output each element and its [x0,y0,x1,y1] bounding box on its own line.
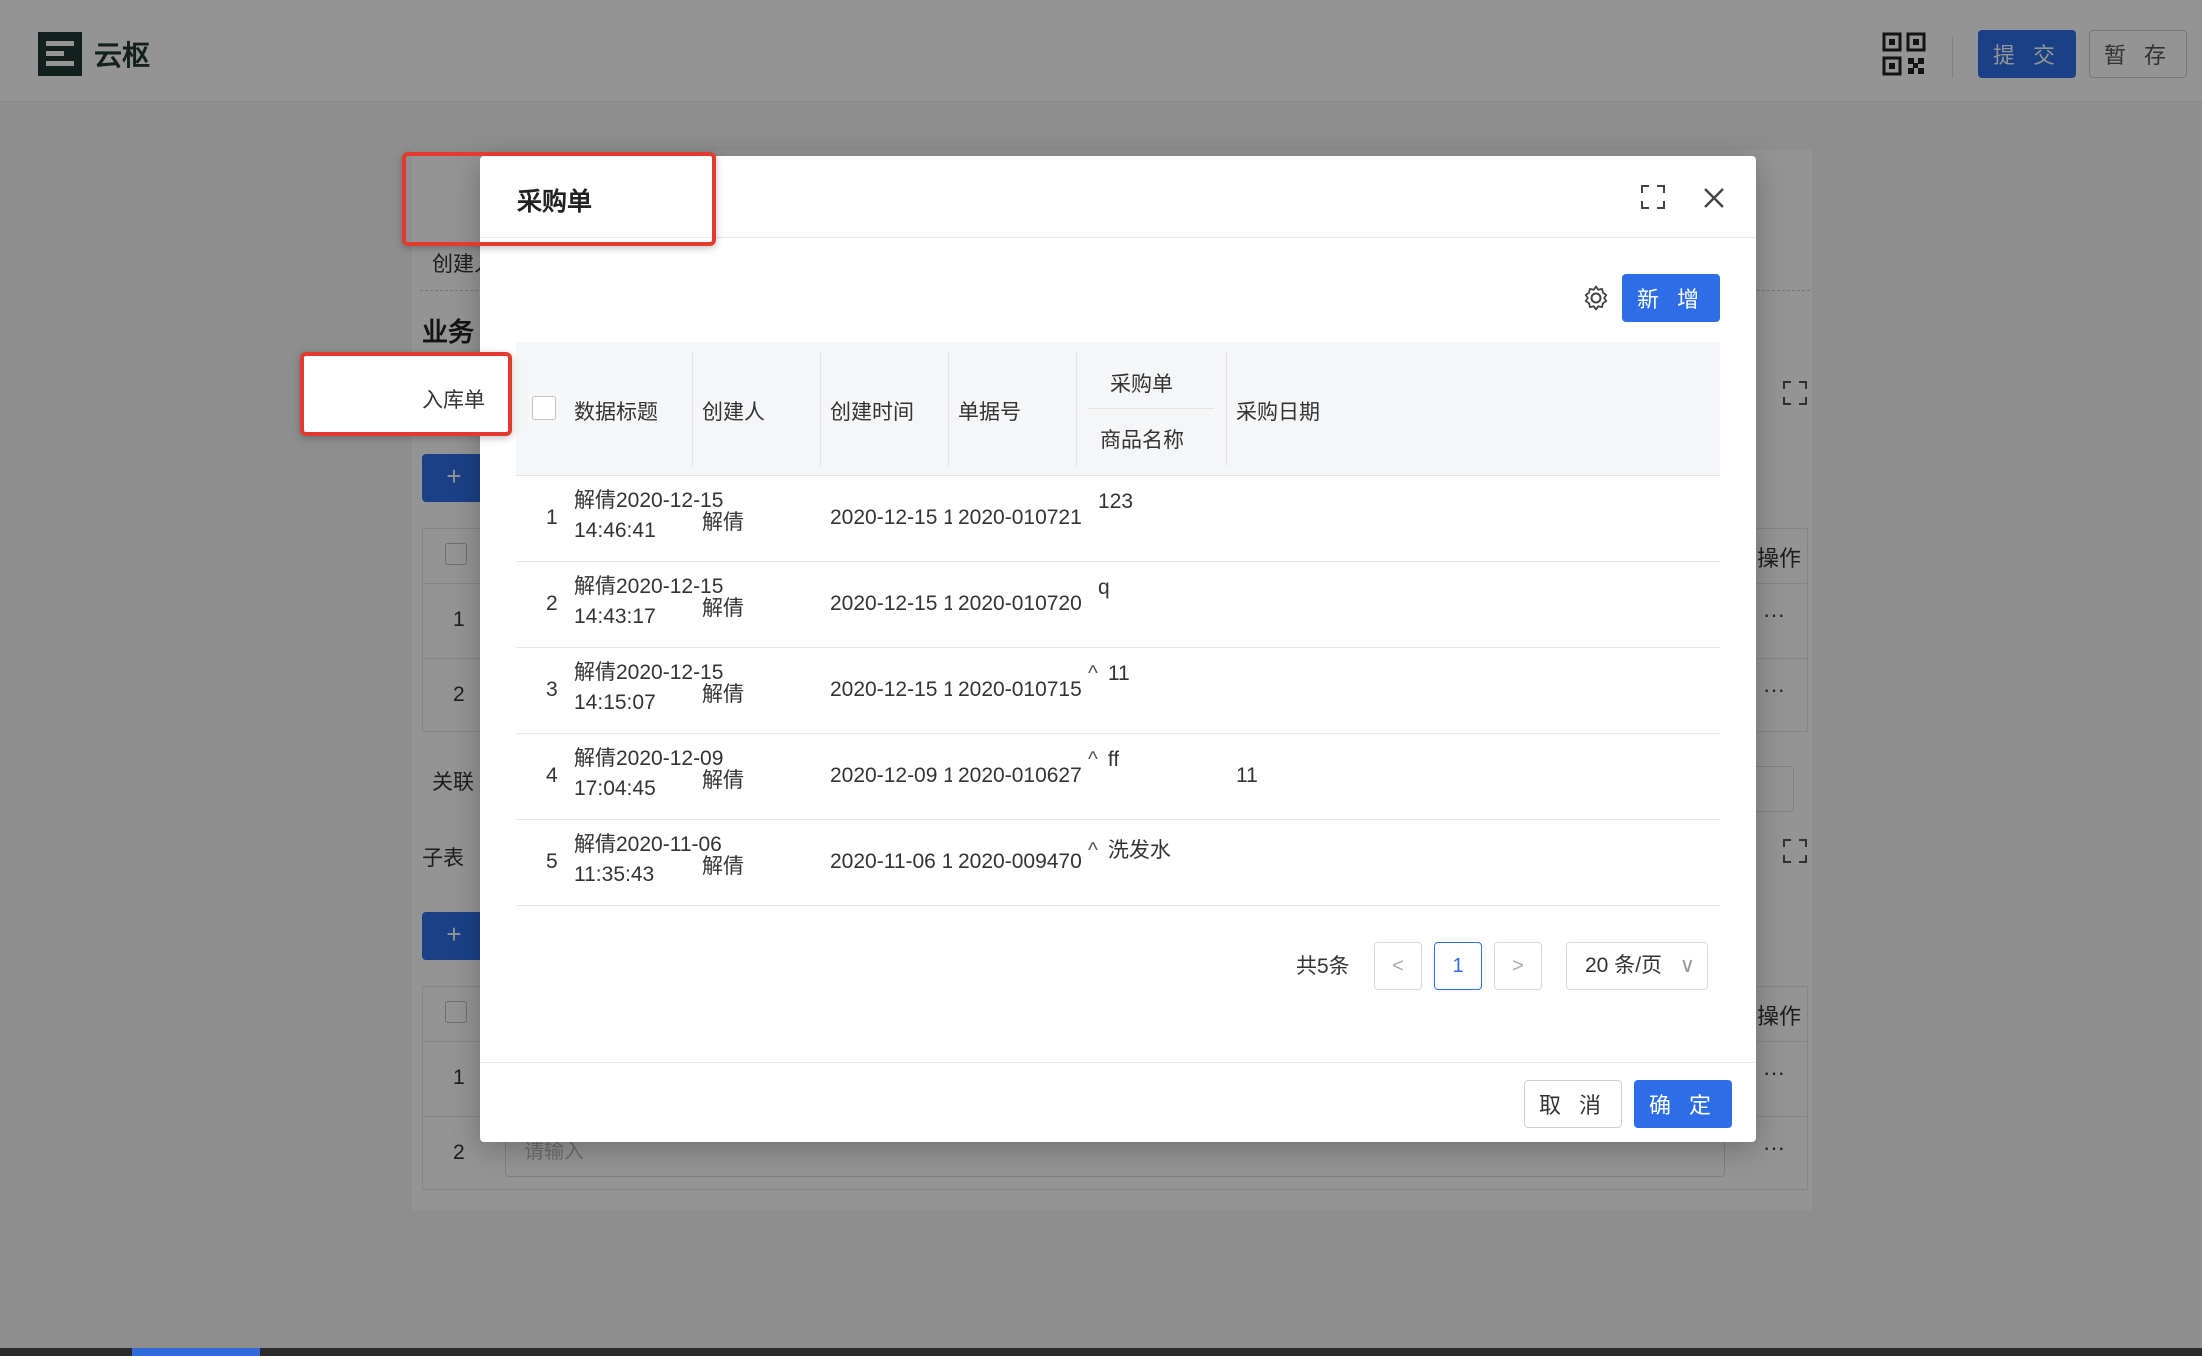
prev-page-button[interactable]: < [1374,942,1422,990]
gear-icon[interactable] [1582,284,1610,312]
row-doc-no: 2020-010715 [958,678,1082,701]
highlight-box-modal-title [402,152,716,246]
row-created-time: 2020-12-15 14:46 [830,506,952,529]
close-icon[interactable] [1702,186,1726,210]
row-product: ^ 洗发水 [1088,834,1171,864]
next-page-button[interactable]: > [1494,942,1542,990]
page-1-button[interactable]: 1 [1434,942,1482,990]
purchase-order-modal: 采购单 新 增 数据标题 创建人 创建时间 单据号 采购单 商品名称 采购日期 [480,156,1756,1142]
row-creator: 解倩 [702,855,744,878]
col-creator[interactable]: 创建人 [702,396,765,426]
add-button[interactable]: 新 增 [1622,274,1720,322]
row-index: 3 [546,678,558,701]
row-created-time: 2020-12-15 14:43 [830,592,952,615]
row-creator: 解倩 [702,683,744,706]
row-product-value: 11 [1107,662,1130,685]
table-row[interactable]: 2 解倩2020-12-15 14:43:17 解倩 2020-12-15 14… [516,562,1720,648]
column-separator [692,352,693,466]
row-product: 123 [1088,490,1133,514]
row-doc-no: 2020-010720 [958,592,1082,615]
confirm-button[interactable]: 确 定 [1634,1080,1732,1128]
row-created-time: 2020-12-09 17:04 [830,764,952,787]
col-purchase-date[interactable]: 采购日期 [1236,396,1320,426]
table-row[interactable]: 3 解倩2020-12-15 14:15:07 解倩 2020-12-15 14… [516,648,1720,734]
row-creator: 解倩 [702,597,744,620]
row-doc-no: 2020-010627 [958,764,1082,787]
page-size-select[interactable]: 20 条/页 ∨ [1566,942,1708,990]
row-index: 5 [546,850,558,873]
page-size-value: 20 条/页 [1585,954,1663,977]
row-creator: 解倩 [702,769,744,792]
row-index: 1 [546,506,558,529]
row-index: 4 [546,764,558,787]
row-doc-no: 2020-010721 [958,506,1082,529]
chevron-down-icon: ∨ [1679,954,1695,977]
pagination-total: 共5条 [1296,955,1350,978]
taskbar-strip [0,1348,2202,1356]
cancel-button[interactable]: 取 消 [1524,1080,1622,1128]
row-product: q [1088,576,1110,600]
row-product: ^ 11 [1088,662,1130,686]
row-product-value: 洗发水 [1107,839,1171,862]
column-separator [1076,352,1077,466]
row-expand-caret[interactable]: ^ [1088,662,1098,686]
col-group-purchase-order: 采购单 [1110,373,1173,396]
inbound-label: 入库单 [422,389,485,412]
row-purchase-date: 11 [1236,764,1258,787]
row-creator: 解倩 [702,511,744,534]
column-separator [1226,352,1227,466]
row-product: ^ ff [1088,748,1119,772]
select-all-checkbox[interactable] [532,396,556,420]
row-expand-caret[interactable]: ^ [1088,748,1098,772]
row-created-time: 2020-12-15 14:15 [830,678,952,701]
row-product-value: 123 [1098,490,1134,513]
row-index: 2 [546,592,558,615]
col-doc-no[interactable]: 单据号 [958,396,1021,426]
row-doc-no: 2020-009470 [958,850,1082,873]
column-separator [948,352,949,466]
col-created-time[interactable]: 创建时间 [830,396,914,426]
column-separator [820,352,821,466]
group-separator [1088,408,1214,409]
maximize-icon[interactable] [1640,184,1666,210]
row-product-value: ff [1107,748,1120,771]
col-title[interactable]: 数据标题 [574,396,658,426]
col-product[interactable]: 商品名称 [1100,424,1184,454]
row-expand-caret[interactable]: ^ [1088,839,1098,863]
table-row[interactable]: 5 解倩2020-11-06 11:35:43 解倩 2020-11-06 11… [516,820,1720,906]
table-row[interactable]: 4 解倩2020-12-09 17:04:45 解倩 2020-12-09 17… [516,734,1720,820]
row-created-time: 2020-11-06 11:35 [830,850,952,873]
highlight-box-inbound: 入库单 [300,352,512,436]
table-row[interactable]: 1 解倩2020-12-15 14:46:41 解倩 2020-12-15 14… [516,476,1720,562]
row-product-value: q [1098,576,1110,599]
table-header: 数据标题 创建人 创建时间 单据号 采购单 商品名称 采购日期 [516,342,1720,476]
